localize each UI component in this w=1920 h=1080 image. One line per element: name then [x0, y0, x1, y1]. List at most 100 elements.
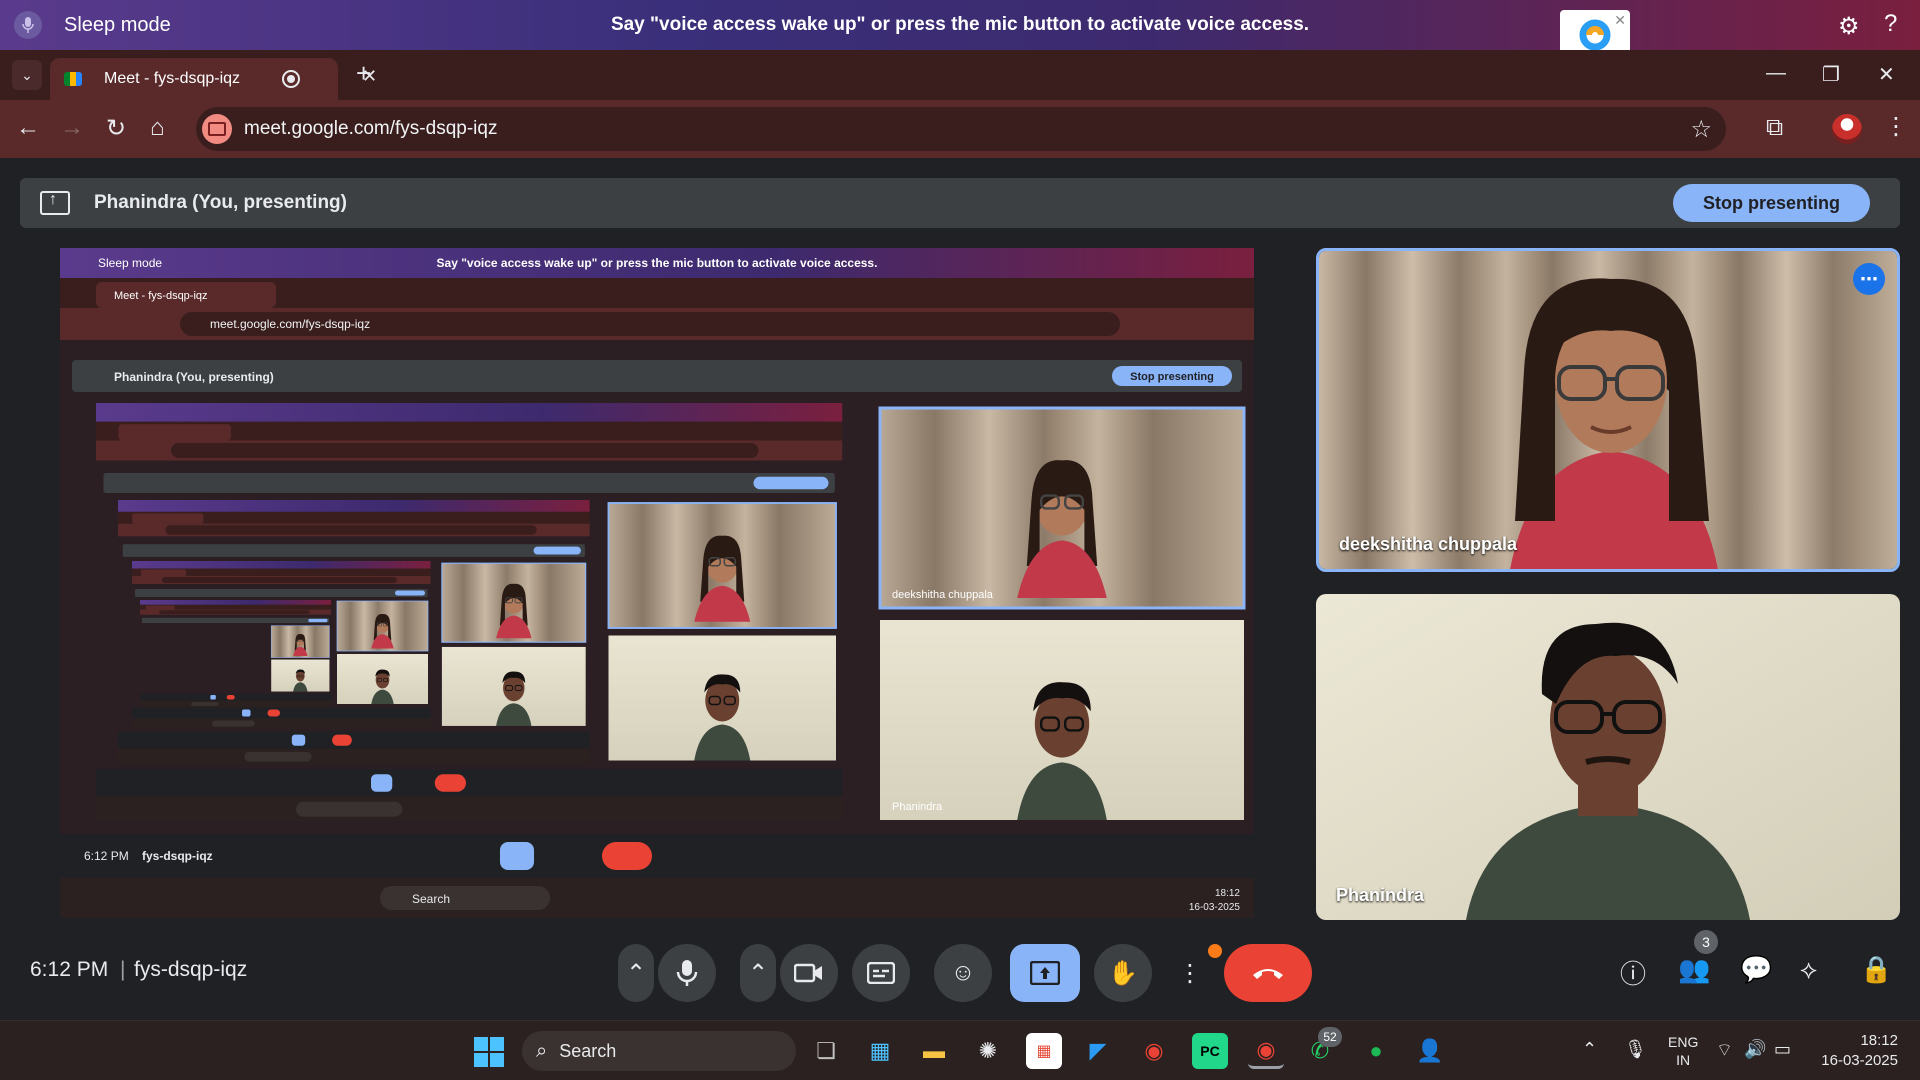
- raise-hand-button[interactable]: ✋: [1094, 944, 1152, 1002]
- camera-button[interactable]: [780, 944, 838, 1002]
- voice-access-bar: Sleep mode Say "voice access wake up" or…: [0, 0, 1920, 60]
- battery-icon[interactable]: ▭: [1774, 1039, 1791, 1060]
- task-view-icon[interactable]: ❏: [808, 1033, 844, 1069]
- video-options-chevron-icon[interactable]: ⌃: [740, 944, 776, 1002]
- volume-icon[interactable]: 🔊: [1744, 1039, 1766, 1060]
- svg-text:Say "voice access wake up" or: Say "voice access wake up" or press the …: [437, 256, 878, 270]
- reload-icon[interactable]: ↻: [106, 114, 126, 143]
- leave-call-button[interactable]: [1224, 944, 1312, 1002]
- bookmark-star-icon[interactable]: ☆: [1690, 115, 1712, 144]
- wifi-icon[interactable]: ⌔: [1716, 1039, 1733, 1062]
- activities-icon[interactable]: ⟡: [1800, 954, 1817, 986]
- tab-list-icon[interactable]: ⌄: [12, 60, 42, 90]
- svg-text:16-03-2025: 16-03-2025: [1189, 902, 1241, 913]
- participant-video: [1319, 251, 1897, 569]
- captions-icon: [867, 962, 895, 984]
- home-icon[interactable]: ⌂: [150, 114, 165, 142]
- svg-text:Search: Search: [412, 892, 450, 906]
- url-text[interactable]: meet.google.com/fys-dsqp-iqz: [244, 118, 497, 140]
- host-controls-icon[interactable]: 🔒: [1860, 954, 1892, 985]
- omnibox[interactable]: meet.google.com/fys-dsqp-iqz ☆: [196, 107, 1726, 151]
- new-tab-icon[interactable]: +: [356, 58, 371, 89]
- end-call-icon: [1253, 969, 1283, 979]
- back-icon[interactable]: ←: [16, 114, 40, 142]
- close-icon[interactable]: ✕: [1614, 12, 1626, 29]
- voice-message: Say "voice access wake up" or press the …: [610, 14, 1310, 35]
- chat-icon[interactable]: 💬: [1740, 954, 1772, 985]
- svg-text:Meet - fys-dsqp-iqz: Meet - fys-dsqp-iqz: [114, 290, 208, 302]
- svg-text:18:12: 18:12: [1215, 888, 1240, 899]
- meet-main: Phanindra (You, presenting) Stop present…: [0, 158, 1920, 1020]
- mirrored-screen-image: Sleep mode Say "voice access wake up" or…: [60, 248, 1254, 918]
- file-explorer-icon[interactable]: ▬: [916, 1033, 952, 1069]
- tray-overflow-chevron-icon[interactable]: ⌃: [1582, 1039, 1597, 1060]
- store-icon[interactable]: ▦: [1026, 1033, 1062, 1069]
- participant-video: [1316, 594, 1900, 920]
- search-icon: ⌕: [536, 1039, 548, 1062]
- svg-text:Phanindra: Phanindra: [892, 801, 943, 813]
- extensions-icon[interactable]: ⧉: [1766, 114, 1783, 142]
- more-menu-icon[interactable]: ⋮: [1884, 112, 1908, 141]
- taskbar-search[interactable]: ⌕ Search: [522, 1031, 796, 1071]
- captions-button[interactable]: [852, 944, 910, 1002]
- present-screen-icon: [40, 191, 70, 215]
- region-code: IN: [1676, 1052, 1691, 1068]
- address-bar-row: ← → ↻ ⌂ meet.google.com/fys-dsqp-iqz ☆ ⧉…: [0, 100, 1920, 158]
- search-label: Search: [559, 1040, 617, 1061]
- chatgpt-icon[interactable]: ✺: [970, 1033, 1006, 1069]
- participant-tile-phanindra[interactable]: Phanindra: [1316, 594, 1900, 920]
- more-options-icon[interactable]: ⋯: [1853, 263, 1885, 295]
- gear-icon[interactable]: ⚙: [1838, 12, 1860, 41]
- windows-taskbar: ⌕ Search ❏ ▦ ▬ ✺ ▦ ◤ ◉ PC ◉ ✆ 52 ● 👤 ⌃ 🎙…: [0, 1020, 1920, 1080]
- svg-text:Phanindra (You, presenting): Phanindra (You, presenting): [114, 370, 274, 384]
- windows-start-icon[interactable]: [474, 1037, 504, 1067]
- hand-icon: ✋: [1108, 959, 1138, 987]
- chrome-active-icon[interactable]: ◉: [1248, 1033, 1284, 1069]
- microphone-button[interactable]: [658, 944, 716, 1002]
- tab-title: Meet - fys-dsqp-iqz: [104, 70, 241, 87]
- emoji-icon: ☺: [950, 959, 976, 986]
- people-icon[interactable]: 👥: [1678, 954, 1710, 985]
- spotify-icon[interactable]: ●: [1358, 1033, 1394, 1069]
- chrome-icon[interactable]: ◉: [1136, 1033, 1172, 1069]
- voice-mic-icon[interactable]: [14, 11, 42, 39]
- clock-date: 16-03-2025: [1821, 1052, 1898, 1069]
- reactions-button[interactable]: ☺: [934, 944, 992, 1002]
- more-vertical-icon: ⋮: [1178, 959, 1202, 987]
- shared-screen-view: Sleep mode Say "voice access wake up" or…: [60, 248, 1254, 918]
- meeting-code: fys-dsqp-iqz: [134, 958, 248, 981]
- taskbar-clock[interactable]: 18:12 16-03-2025: [1818, 1031, 1898, 1071]
- help-icon[interactable]: ?: [1884, 10, 1897, 38]
- voice-access-icon[interactable]: 👤: [1412, 1033, 1448, 1069]
- site-info-icon[interactable]: [202, 114, 232, 144]
- svg-text:deekshitha chuppala: deekshitha chuppala: [892, 589, 994, 601]
- record-icon: [282, 70, 300, 88]
- tray-mic-icon[interactable]: 🎙: [1624, 1039, 1647, 1060]
- whatsapp-badge: 52: [1318, 1027, 1342, 1047]
- vscode-icon[interactable]: ◤: [1080, 1033, 1116, 1069]
- tab-meet[interactable]: Meet - fys-dsqp-iqz ✕: [50, 58, 377, 100]
- minimize-icon[interactable]: —: [1766, 62, 1786, 85]
- participant-tile-deekshitha[interactable]: deekshitha chuppala ⋯: [1316, 248, 1900, 572]
- presenting-banner: Phanindra (You, presenting) Stop present…: [20, 178, 1900, 228]
- voice-status: Sleep mode: [64, 13, 171, 36]
- pycharm-icon[interactable]: PC: [1192, 1033, 1228, 1069]
- forward-icon[interactable]: →: [60, 114, 84, 142]
- window-close-icon[interactable]: ✕: [1878, 62, 1895, 87]
- svg-text:Sleep mode: Sleep mode: [98, 256, 162, 270]
- meeting-info-icon[interactable]: ⓘ: [1620, 954, 1646, 991]
- meet-control-bar: 6:12 PM | fys-dsqp-iqz ⌃ ⌃ ☺ ✋ ⋮ ⓘ 👥 3 💬…: [0, 918, 1920, 1018]
- svg-text:meet.google.com/fys-dsqp-iqz: meet.google.com/fys-dsqp-iqz: [210, 317, 370, 331]
- microphone-icon: [676, 960, 698, 986]
- present-screen-button[interactable]: [1010, 944, 1080, 1002]
- profile-avatar[interactable]: [1832, 114, 1862, 144]
- language-indicator[interactable]: ENG IN: [1668, 1033, 1698, 1069]
- tab-strip: ⌄ Meet - fys-dsqp-iqz ✕ + — ❐ ✕: [0, 50, 1920, 100]
- more-options-button[interactable]: ⋮: [1172, 944, 1208, 1002]
- widgets-icon[interactable]: ▦: [862, 1033, 898, 1069]
- notification-dot: [1208, 944, 1222, 958]
- restore-icon[interactable]: ❐: [1822, 62, 1840, 87]
- audio-options-chevron-icon[interactable]: ⌃: [618, 944, 654, 1002]
- participant-name: deekshitha chuppala: [1339, 534, 1518, 554]
- stop-presenting-button[interactable]: Stop presenting: [1672, 184, 1870, 222]
